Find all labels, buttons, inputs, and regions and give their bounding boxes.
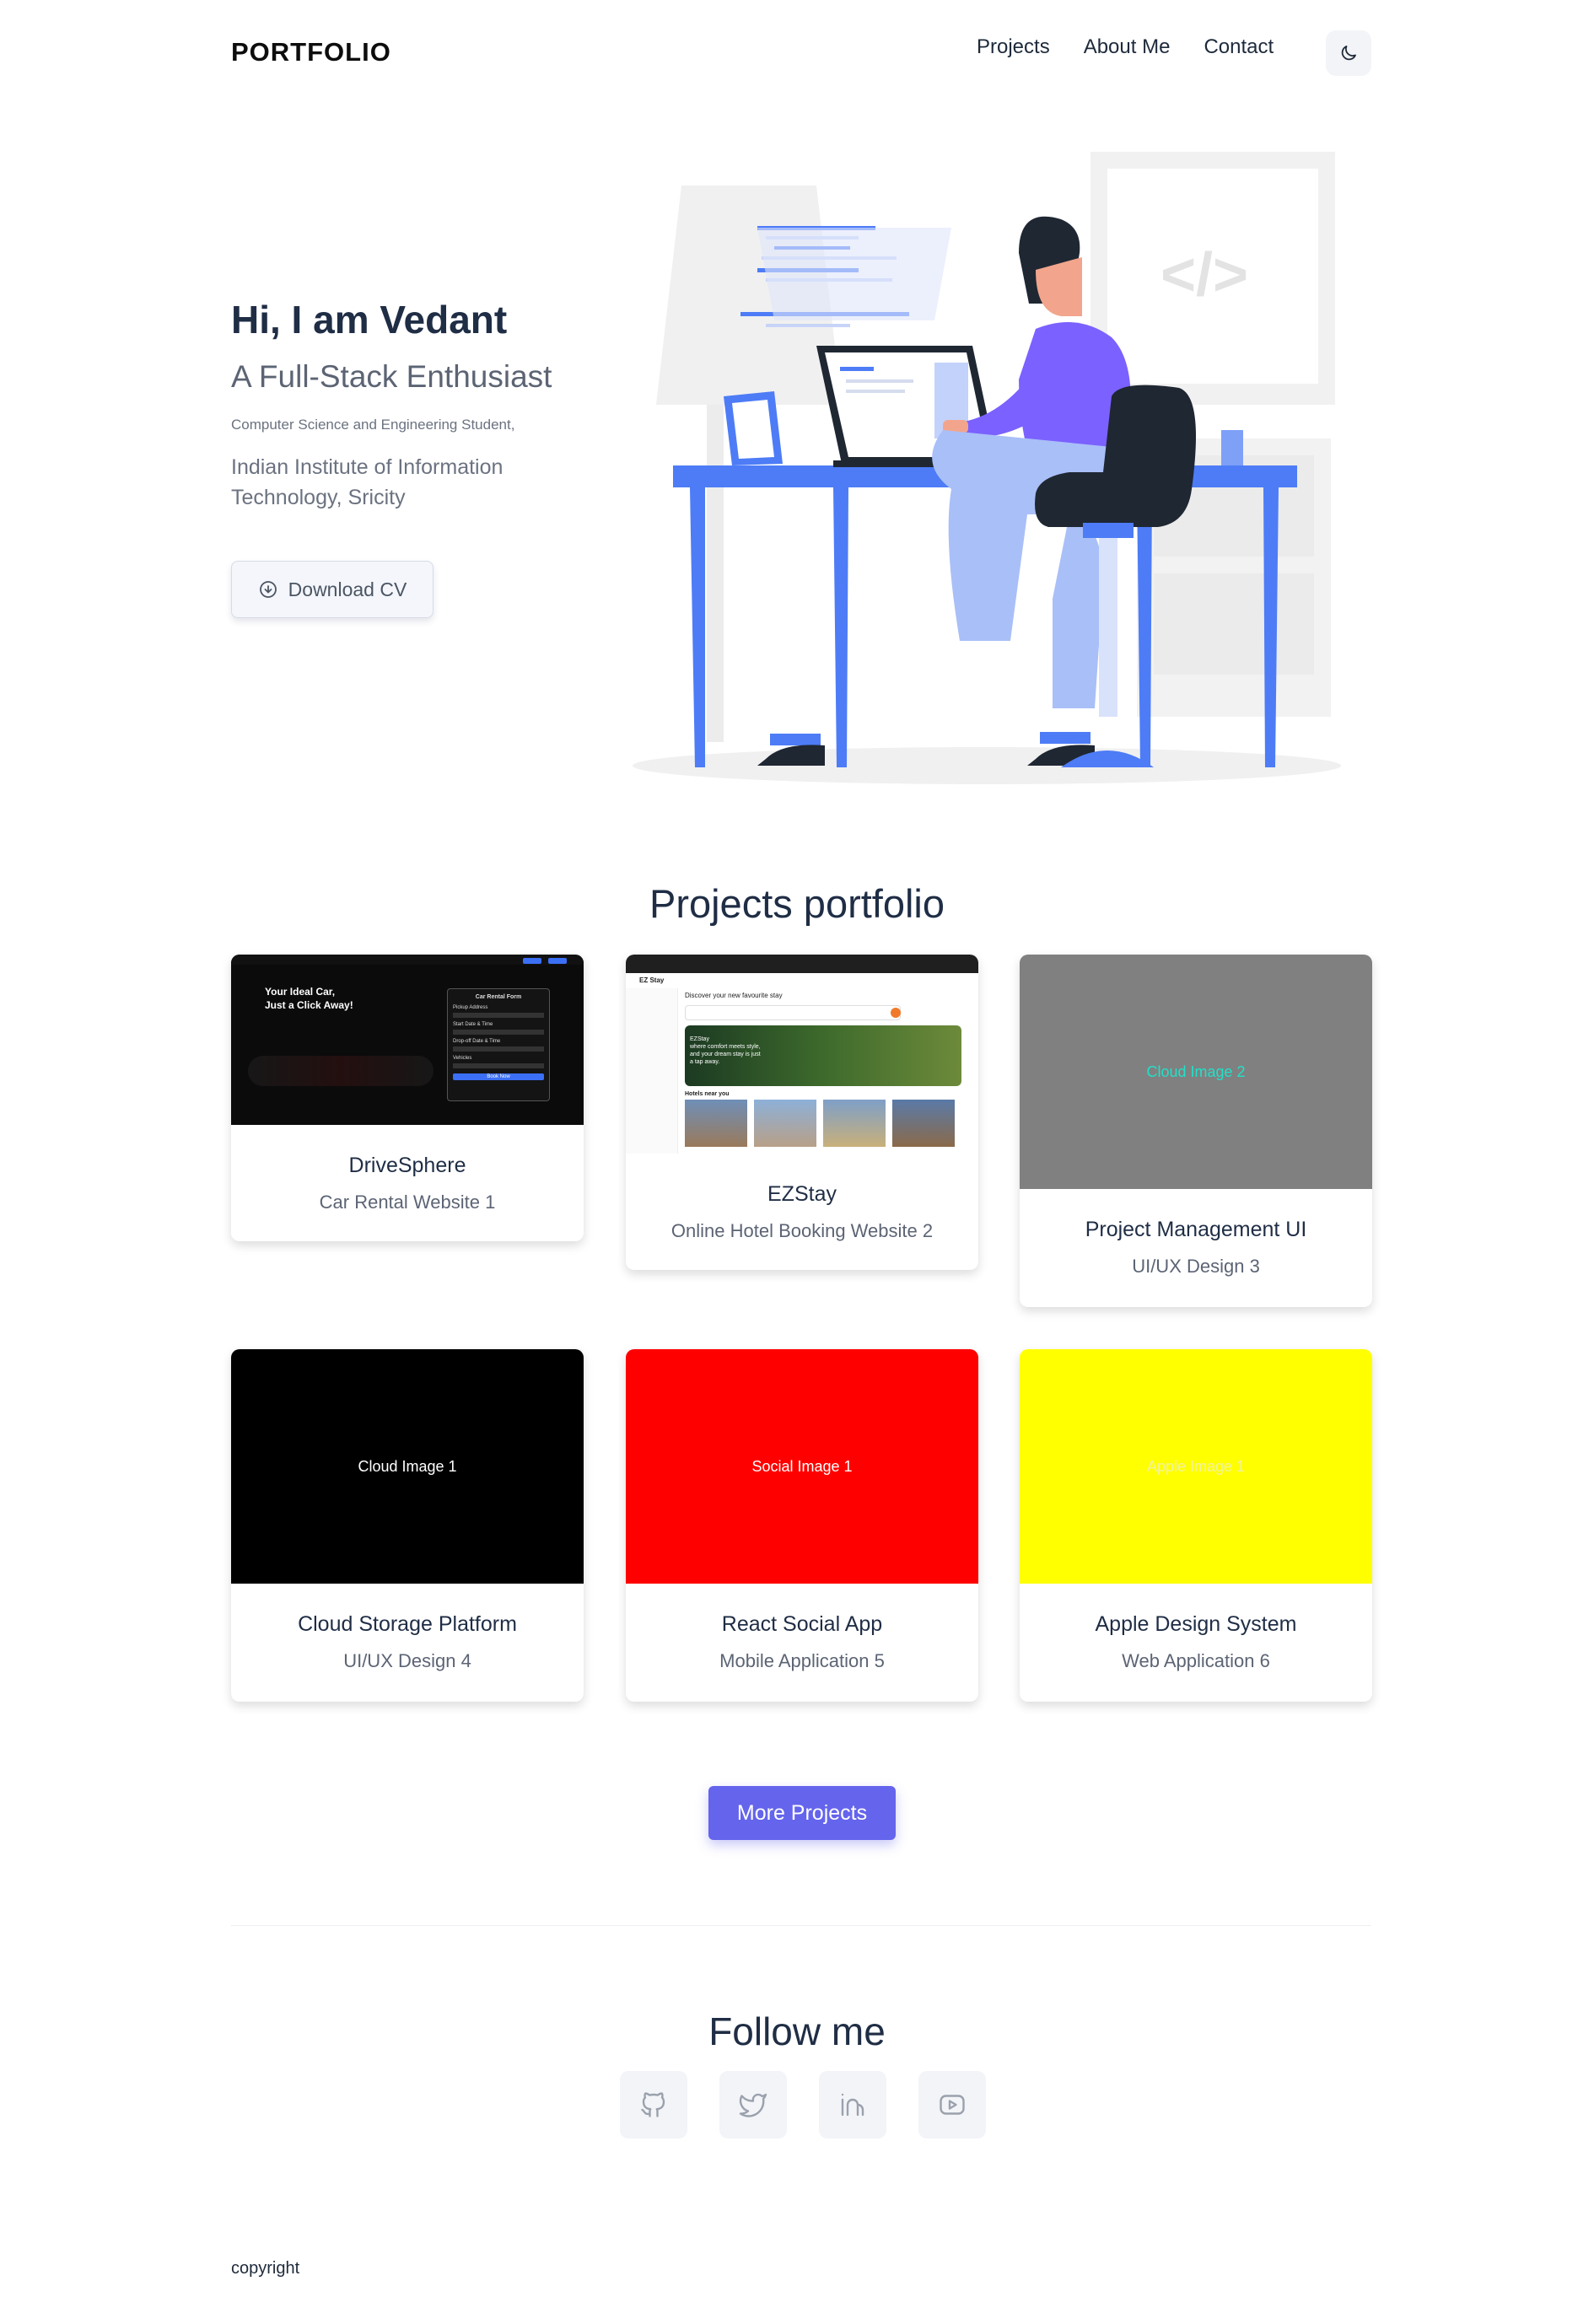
- drivesphere-field-label: Start Date & Time: [453, 1022, 493, 1027]
- nav-contact[interactable]: Contact: [1204, 35, 1274, 59]
- project-card-drivesphere[interactable]: Your Ideal Car, Just a Click Away! Car R…: [231, 955, 584, 1241]
- project-subtitle: Mobile Application 5: [719, 1650, 885, 1671]
- ezstay-section-title: Hotels near you: [685, 1091, 730, 1097]
- drivesphere-headline-1: Your Ideal Car,: [265, 986, 336, 998]
- project-card-react-social-app[interactable]: Social Image 1 React Social App Mobile A…: [626, 1349, 978, 1702]
- nav-projects[interactable]: Projects: [977, 35, 1050, 59]
- drivesphere-headline-2: Just a Click Away!: [265, 999, 353, 1011]
- youtube-link[interactable]: [918, 2071, 986, 2138]
- drivesphere-form-title: Car Rental Form: [475, 994, 522, 1000]
- project-card-cloud-storage-platform[interactable]: Cloud Image 1 Cloud Storage Platform UI/…: [231, 1349, 584, 1702]
- youtube-icon: [940, 2095, 965, 2115]
- project-image-placeholder: Social Image 1: [626, 1349, 978, 1584]
- github-icon: [641, 2092, 665, 2117]
- drivesphere-field-label: Vehicles: [453, 1056, 472, 1061]
- ezstay-banner-3: and your dream stay is just: [690, 1052, 761, 1057]
- drivesphere-form-button: Book Now: [453, 1073, 544, 1080]
- project-image-drivesphere: Your Ideal Car, Just a Click Away! Car R…: [231, 955, 584, 1125]
- project-subtitle: UI/UX Design 3: [1132, 1256, 1260, 1277]
- project-image-ezstay: EZ Stay Discover your new favourite stay…: [626, 955, 978, 1154]
- developer-illustration: </>: [633, 152, 1341, 784]
- github-link[interactable]: [620, 2071, 687, 2138]
- project-title: Project Management UI: [1085, 1218, 1307, 1241]
- project-subtitle: UI/UX Design 4: [343, 1650, 471, 1671]
- drivesphere-field-label: Pickup Address: [453, 1005, 488, 1010]
- hero-greeting: Hi, I am Vedant: [231, 298, 508, 342]
- project-image-placeholder: Cloud Image 2: [1020, 955, 1372, 1189]
- section-divider: [231, 1925, 1371, 1926]
- linkedin-link[interactable]: [819, 2071, 886, 2138]
- social-links: [620, 2071, 986, 2138]
- project-subtitle: Online Hotel Booking Website 2: [670, 1220, 934, 1241]
- project-title: Cloud Storage Platform: [298, 1612, 517, 1636]
- twitter-link[interactable]: [719, 2071, 787, 2138]
- code-symbol-text: </>: [1160, 241, 1248, 309]
- linkedin-icon: [841, 2093, 864, 2117]
- ezstay-banner-1: EZStay: [690, 1036, 709, 1042]
- project-subtitle: Web Application 6: [1122, 1650, 1270, 1671]
- projects-title: Projects portfolio: [649, 881, 945, 926]
- hero-subtitle: Computer Science and Engineering Student…: [231, 417, 515, 433]
- drivesphere-form: Car Rental Form Pickup Address Start Dat…: [447, 988, 550, 1101]
- moon-icon: [1341, 46, 1356, 61]
- project-title: Apple Design System: [1095, 1612, 1297, 1636]
- ezstay-brand: EZ Stay: [639, 976, 665, 984]
- project-card-ezstay[interactable]: EZ Stay Discover your new favourite stay…: [626, 955, 978, 1270]
- project-card-apple-design-system[interactable]: Apple Image 1 Apple Design System Web Ap…: [1020, 1349, 1372, 1702]
- project-image-placeholder: Apple Image 1: [1020, 1349, 1372, 1584]
- ezstay-banner-4: a tap away.: [690, 1059, 720, 1065]
- theme-toggle-button[interactable]: [1326, 30, 1371, 76]
- brand-logo[interactable]: PORTFOLIO: [231, 37, 391, 67]
- drivesphere-field-label: Drop-off Date & Time: [453, 1039, 501, 1044]
- hero-institution: Indian Institute of Information Technolo…: [231, 455, 504, 509]
- footer-copyright: copyright: [231, 2259, 300, 2278]
- project-card-project-management-ui[interactable]: Cloud Image 2 Project Management UI UI/U…: [1020, 955, 1372, 1307]
- hero-role: A Full-Stack Enthusiast: [231, 359, 552, 394]
- project-title: EZStay: [767, 1182, 837, 1206]
- ezstay-headline: Discover your new favourite stay: [685, 992, 783, 999]
- nav-about-me[interactable]: About Me: [1084, 35, 1171, 59]
- project-title: DriveSphere: [348, 1154, 466, 1177]
- download-circle-icon: [259, 581, 277, 598]
- more-projects-button[interactable]: More Projects: [708, 1786, 896, 1840]
- project-image-placeholder: Cloud Image 1: [231, 1349, 584, 1584]
- follow-title: Follow me: [708, 2009, 886, 2053]
- ezstay-banner-2: where comfort meets style,: [690, 1044, 761, 1050]
- main-nav: Projects About Me Contact: [977, 35, 1274, 59]
- download-cv-button[interactable]: Download CV: [231, 561, 434, 618]
- download-cv-label: Download CV: [288, 578, 407, 600]
- twitter-icon: [739, 2093, 767, 2117]
- project-title: React Social App: [721, 1612, 883, 1636]
- project-subtitle: Car Rental Website 1: [319, 1192, 496, 1213]
